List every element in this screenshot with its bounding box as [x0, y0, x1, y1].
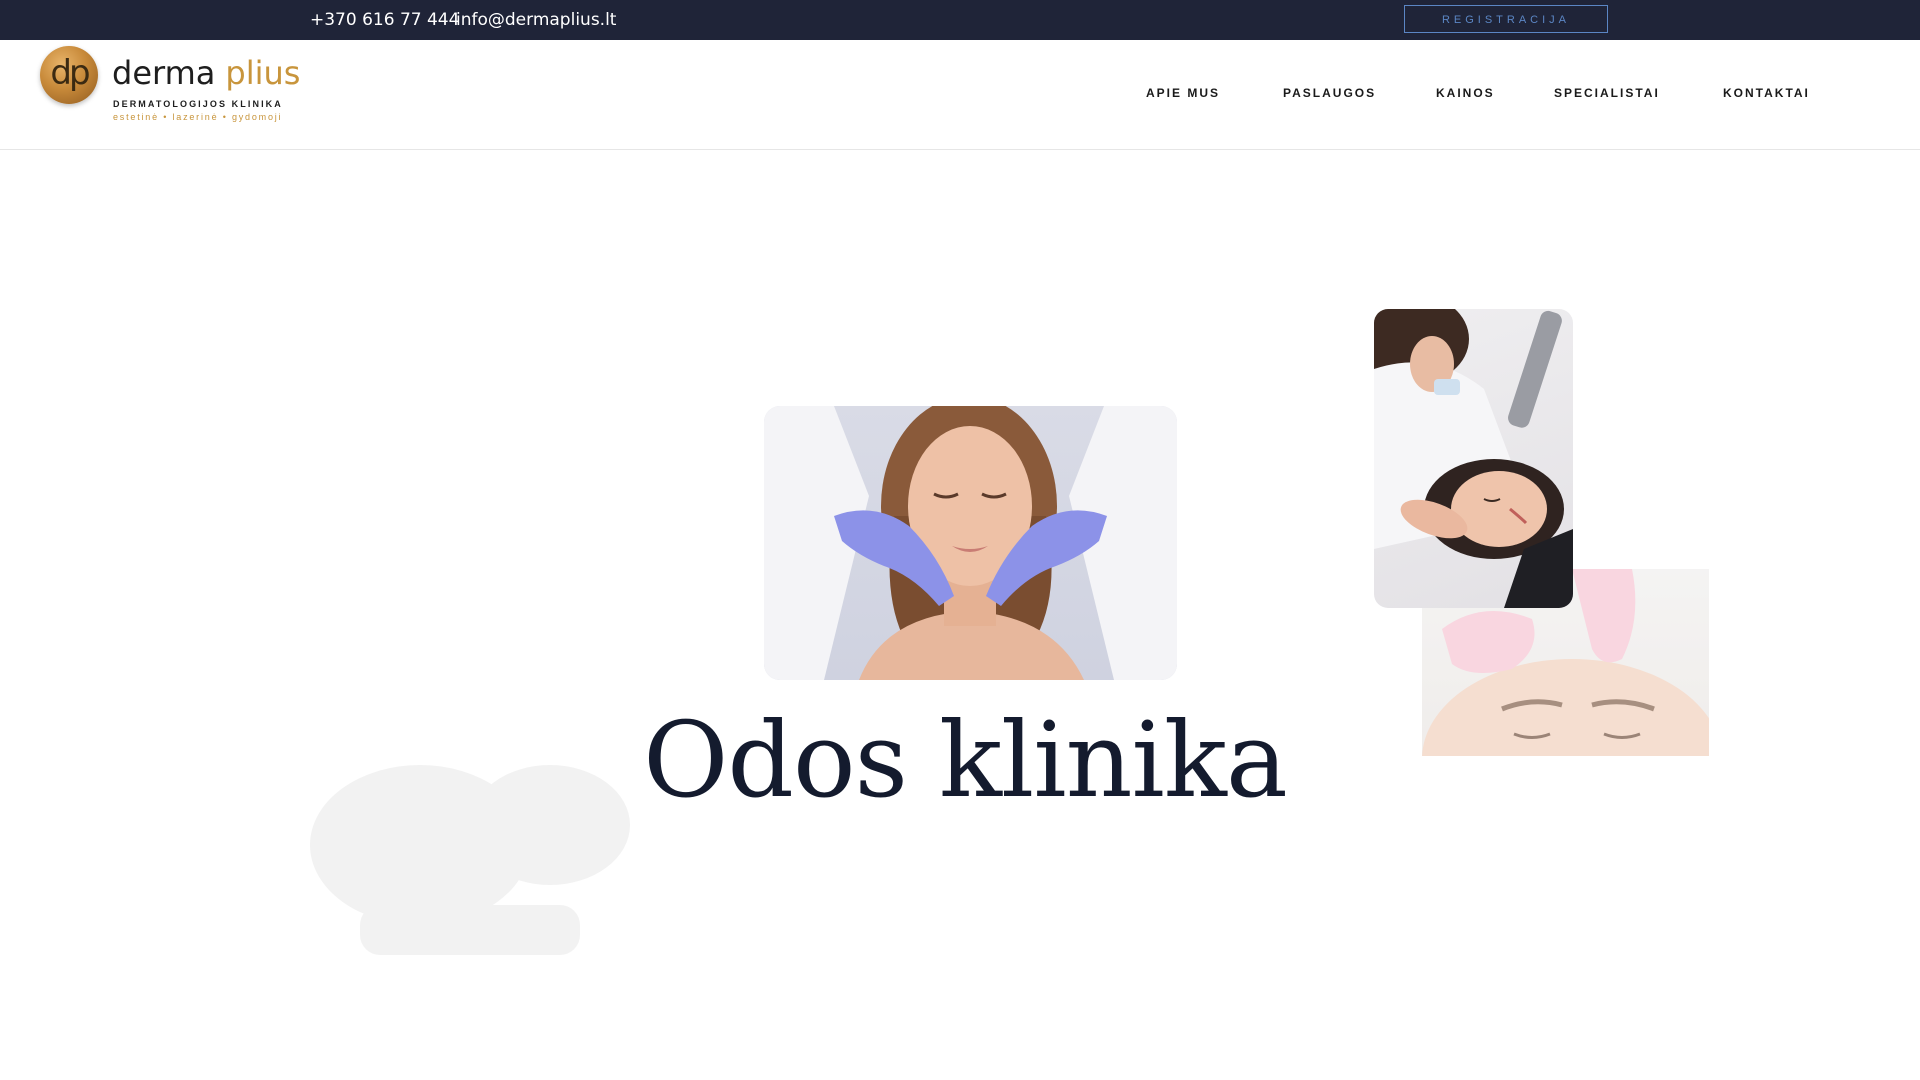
hero-image-laser-treatment: [1374, 309, 1573, 608]
logo-monogram-badge: dp: [40, 46, 98, 104]
laser-treatment-illustration: [1374, 309, 1573, 608]
nav-item-paslaugos[interactable]: PASLAUGOS: [1283, 86, 1376, 100]
nav-item-kontaktai[interactable]: KONTAKTAI: [1723, 86, 1810, 100]
email-link[interactable]: info@dermaplius.lt: [456, 0, 616, 40]
nav-item-kainos[interactable]: KAINOS: [1436, 86, 1495, 100]
logo[interactable]: dp derma plius DERMATOLOGIJOS KLINIKA est…: [40, 46, 300, 130]
logo-tagline: estetinė • lazerinė • gydomoji: [113, 112, 283, 122]
top-bar: +370 616 77 444 info@dermaplius.lt REGIS…: [0, 0, 1920, 40]
registration-button[interactable]: REGISTRACIJA: [1404, 5, 1608, 33]
hero-title: Odos klinika: [643, 699, 1288, 821]
logo-wordmark: derma plius: [112, 56, 300, 90]
hero-image-facial-treatment: [764, 406, 1177, 680]
nav-item-apie-mus[interactable]: APIE MUS: [1146, 86, 1220, 100]
facial-treatment-illustration: [764, 406, 1177, 680]
logo-word-accent: plius: [225, 54, 301, 92]
logo-monogram: dp: [50, 53, 90, 93]
site-header: dp derma plius DERMATOLOGIJOS KLINIKA est…: [0, 40, 1920, 150]
logo-subtitle: DERMATOLOGIJOS KLINIKA: [113, 99, 283, 109]
nav-item-specialistai[interactable]: SPECIALISTAI: [1554, 86, 1660, 100]
phone-link[interactable]: +370 616 77 444: [310, 0, 459, 40]
logo-word-main: derma: [112, 54, 216, 92]
